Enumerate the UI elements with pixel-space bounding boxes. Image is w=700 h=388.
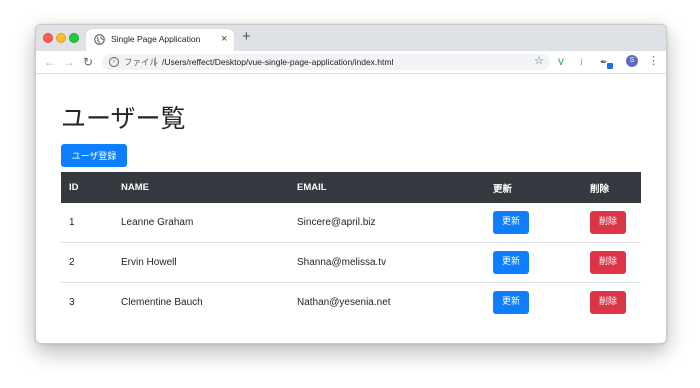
url-separator [155,57,156,67]
cell-name: Ervin Howell [121,256,177,268]
cell-email: Sincere@april.biz [297,217,376,228]
column-header-delete: 削除 [590,183,610,195]
url-text[interactable]: /Users/reffect/Desktop/vue-single-page-a… [162,56,393,68]
column-header-email: EMAIL [297,182,327,193]
cell-name: Leanne Graham [121,217,194,228]
reload-icon[interactable]: ↻ [83,54,93,70]
minimize-window-button[interactable] [56,33,66,43]
cell-delete: 削除 [582,203,641,243]
tab-bar: Single Page Application × + [36,25,666,51]
cell-id: 1 [69,217,75,228]
delete-button[interactable]: 削除 [590,290,626,314]
globe-icon [94,34,105,45]
new-tab-button[interactable]: + [242,28,251,46]
tab-title: Single Page Application [111,34,201,44]
browser-window: Single Page Application × + ← → ↻ i ファイル… [35,24,667,344]
column-header-update: 更新 [493,183,513,195]
cell-email: Shanna@melissa.tv [297,256,387,268]
table-header-row: ID NAME EMAIL 更新 削除 [61,172,641,203]
extension-badge [607,63,613,69]
close-tab-icon[interactable]: × [221,32,227,46]
register-user-button[interactable]: ユーザ登録 [61,144,127,167]
cell-update: 更新 [485,203,582,243]
extension-icon[interactable]: i [580,55,583,69]
info-icon[interactable]: i [109,57,119,67]
page-title: ユーザー覧 [61,104,186,133]
cell-update: 更新 [485,282,582,322]
table-row: 3 Clementine Bauch Nathan@yesenia.net 更新… [61,282,641,322]
close-window-button[interactable] [43,33,53,43]
back-icon[interactable]: ← [44,54,56,70]
update-button[interactable]: 更新 [493,290,529,314]
update-button[interactable]: 更新 [493,250,529,274]
star-icon[interactable]: ☆ [534,54,544,69]
update-button[interactable]: 更新 [493,211,529,234]
cell-name: Clementine Bauch [121,296,203,308]
cell-id: 3 [69,296,75,308]
delete-button[interactable]: 削除 [590,211,626,234]
cell-delete: 削除 [582,243,641,283]
cell-email: Nathan@yesenia.net [297,296,391,308]
tab-single-page-application[interactable]: Single Page Application × [86,29,234,51]
table-row: 2 Ervin Howell Shanna@melissa.tv 更新 削除 [61,243,641,283]
column-header-id: ID [69,182,79,193]
cell-id: 2 [69,256,75,268]
page-content: ユーザー覧 ユーザ登録 ID NAME EMAIL 更新 削除 1 Leanne… [36,74,666,343]
table-row: 1 Leanne Graham Sincere@april.biz 更新 削除 [61,203,641,243]
cell-delete: 削除 [582,282,641,322]
maximize-window-button[interactable] [69,33,79,43]
url-scheme-label: ファイル [124,57,159,67]
column-header-name: NAME [121,182,149,193]
cell-update: 更新 [485,243,582,283]
users-table: ID NAME EMAIL 更新 削除 1 Leanne Graham Sinc… [61,172,641,322]
address-bar[interactable]: i ファイル /Users/reffect/Desktop/vue-single… [102,54,550,70]
vue-devtools-icon[interactable]: V [558,55,564,69]
browser-toolbar: ← → ↻ i ファイル /Users/reffect/Desktop/vue-… [36,51,666,74]
delete-button[interactable]: 削除 [590,250,626,274]
profile-avatar[interactable]: S [626,55,638,67]
menu-icon[interactable]: ⋮ [648,54,659,68]
forward-icon[interactable]: → [63,54,75,70]
